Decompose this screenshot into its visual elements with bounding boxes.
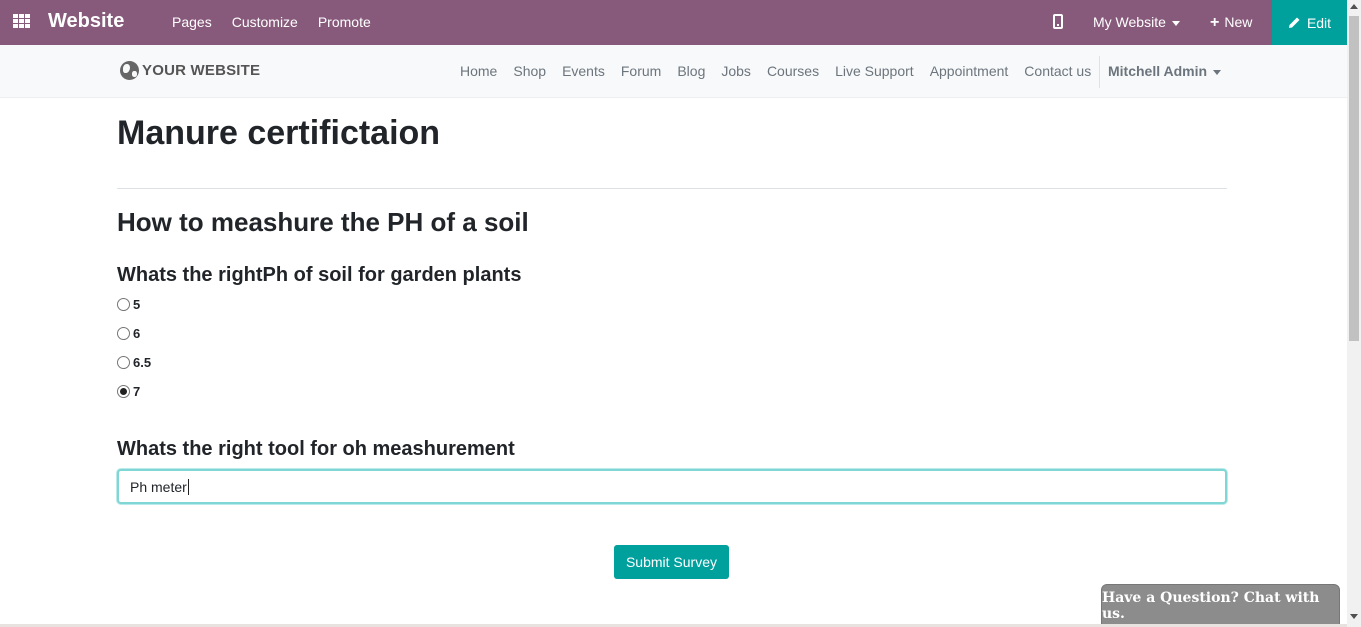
radio-option-6[interactable] — [117, 327, 130, 340]
app-brand[interactable]: Website — [48, 10, 124, 33]
question-1-title: Whats the rightPh of soil for garden pla… — [117, 264, 522, 286]
vertical-scrollbar[interactable] — [1347, 0, 1361, 627]
question-2-title: Whats the right tool for oh meashurement — [117, 438, 515, 460]
website-selector[interactable]: My Website — [1093, 14, 1180, 30]
nav-blog[interactable]: Blog — [677, 63, 705, 79]
scroll-up-arrow-icon[interactable] — [1350, 4, 1358, 9]
nav-forum[interactable]: Forum — [621, 63, 661, 79]
answer-input-value: Ph meter — [130, 478, 187, 495]
radio-option-7[interactable] — [117, 385, 130, 398]
menu-pages[interactable]: Pages — [172, 14, 212, 30]
option-label: 6 — [133, 326, 141, 341]
nav-jobs[interactable]: Jobs — [721, 63, 751, 79]
live-chat-button[interactable]: Have a Question? Chat with us. — [1101, 584, 1340, 627]
site-logo-text: YOUR WEBSITE — [142, 62, 261, 79]
apps-grid-icon[interactable] — [13, 14, 30, 29]
nav-courses[interactable]: Courses — [767, 63, 819, 79]
submit-survey-button[interactable]: Submit Survey — [614, 545, 729, 579]
option-label: 5 — [133, 297, 141, 312]
scrollbar-thumb[interactable] — [1349, 16, 1359, 341]
caret-down-icon — [1171, 20, 1180, 26]
menu-promote[interactable]: Promote — [318, 14, 371, 30]
new-button[interactable]: + New — [1210, 14, 1252, 32]
survey-title: Manure certifictaion — [117, 114, 441, 152]
nav-contact-us[interactable]: Contact us — [1024, 63, 1091, 79]
user-menu[interactable]: Mitchell Admin — [1108, 63, 1222, 79]
nav-live-support[interactable]: Live Support — [835, 63, 914, 79]
mobile-preview-icon[interactable] — [1053, 14, 1063, 29]
nav-home[interactable]: Home — [460, 63, 497, 79]
option-6[interactable]: 6 — [117, 326, 140, 341]
globe-icon — [120, 61, 139, 80]
option-7[interactable]: 7 — [117, 384, 140, 399]
user-name: Mitchell Admin — [1108, 63, 1208, 79]
text-cursor — [187, 478, 189, 495]
scroll-down-arrow-icon[interactable] — [1350, 614, 1358, 619]
nav-shop[interactable]: Shop — [513, 63, 546, 79]
plus-icon: + — [1210, 14, 1220, 31]
pencil-icon — [1288, 17, 1300, 28]
edit-button[interactable]: Edit — [1272, 0, 1347, 45]
caret-down-icon — [1213, 69, 1222, 75]
answer-input[interactable]: Ph meter — [117, 469, 1227, 504]
radio-option-6-5[interactable] — [117, 356, 130, 369]
site-header: YOUR WEBSITE Home Shop Events Forum Blog… — [0, 45, 1347, 98]
edit-button-label: Edit — [1306, 14, 1332, 31]
new-button-label: New — [1224, 14, 1253, 30]
radio-option-5[interactable] — [117, 298, 130, 311]
option-5[interactable]: 5 — [117, 297, 140, 312]
nav-appointment[interactable]: Appointment — [930, 63, 1009, 79]
website-selector-label: My Website — [1093, 14, 1166, 30]
option-label: 7 — [133, 384, 141, 399]
option-label: 6.5 — [133, 355, 152, 370]
title-divider — [117, 188, 1227, 189]
nav-divider — [1099, 56, 1100, 88]
admin-menu: Pages Customize Promote — [172, 14, 371, 30]
admin-navbar: Website Pages Customize Promote My Websi… — [0, 0, 1347, 45]
site-nav: Home Shop Events Forum Blog Jobs Courses… — [460, 63, 1091, 79]
nav-events[interactable]: Events — [562, 63, 605, 79]
option-6-5[interactable]: 6.5 — [117, 355, 151, 370]
menu-customize[interactable]: Customize — [232, 14, 298, 30]
section-title: How to meashure the PH of a soil — [117, 207, 529, 237]
site-logo[interactable]: YOUR WEBSITE — [120, 61, 260, 80]
